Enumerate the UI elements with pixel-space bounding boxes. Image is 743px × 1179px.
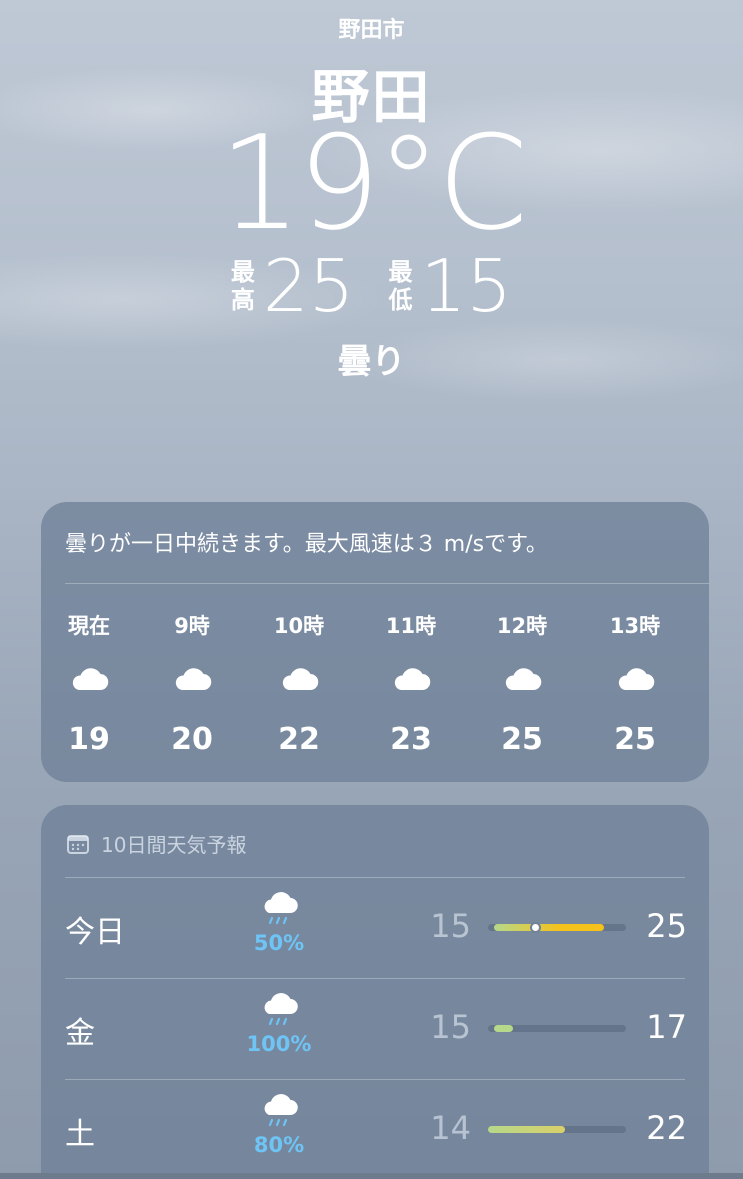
high-temp: 22 <box>646 1109 687 1147</box>
daily-row[interactable]: 今日 50% 15 25 <box>41 877 709 977</box>
hour-temp: 20 <box>171 722 213 757</box>
cloud-icon <box>502 664 542 692</box>
cloud-icon <box>615 664 655 692</box>
daily-header-label: 10日間天気予報 <box>101 833 247 857</box>
hour-time: 11時 <box>385 614 437 638</box>
label-char: 最 <box>230 258 255 286</box>
row-divider <box>65 1079 685 1080</box>
low-temp: 15 <box>430 907 471 945</box>
hourly-forecast-card[interactable]: 曇りが一日中続きます。最大風速は３ m/sです。 現在 19 9時 20 10時 22 11… <box>41 502 709 782</box>
temp-range-fill <box>493 924 604 931</box>
hourly-summary: 曇りが一日中続きます。最大風速は３ m/sです。 <box>65 532 548 557</box>
day-label: 金 <box>65 1016 95 1051</box>
current-temp-marker <box>529 922 541 933</box>
row-divider <box>65 877 685 878</box>
temp-range-bar <box>488 922 626 933</box>
rain-cloud-icon <box>259 889 299 929</box>
low-value: 15 <box>420 244 513 328</box>
daily-header: 10日間天気予報 <box>67 829 246 858</box>
low-temp: 14 <box>430 1109 471 1147</box>
row-divider <box>65 978 685 979</box>
current-temperature: 19°C <box>218 107 528 259</box>
hour-time: 10時 <box>273 614 325 638</box>
hour-temp: 19 <box>68 722 110 757</box>
current-condition: 曇り <box>337 342 406 382</box>
cloud-icon <box>391 664 431 692</box>
cloud-icon <box>172 664 212 692</box>
city-sub-label: 野田市 <box>338 18 405 43</box>
hour-temp: 22 <box>278 722 320 757</box>
hour-time: 現在 <box>68 614 110 638</box>
cloud-icon <box>279 664 319 692</box>
low-label: 最低 <box>389 258 413 314</box>
daily-row[interactable]: 金 100% 15 17 <box>41 978 709 1078</box>
precip-chance: 100% <box>246 1032 312 1056</box>
high-group: 最高 25 <box>231 250 355 322</box>
temp-range-bar <box>488 1025 626 1032</box>
temp-range-bar <box>488 1126 626 1133</box>
hour-time: 13時 <box>609 614 661 638</box>
label-char: 高 <box>230 286 255 314</box>
daily-forecast-card[interactable]: 10日間天気予報 今日 50% 15 25 金 100% 15 17 土 80% 14 22 <box>41 805 709 1179</box>
label-char: 最 <box>388 258 413 286</box>
hour-temp: 25 <box>614 722 656 757</box>
rain-cloud-icon <box>259 1091 299 1131</box>
high-temp: 25 <box>646 907 687 945</box>
hour-time: 12時 <box>496 614 548 638</box>
cloud-icon <box>69 664 109 692</box>
low-group: 最低 15 <box>389 250 513 322</box>
precip-chance: 50% <box>253 931 305 955</box>
day-label: 土 <box>65 1117 95 1152</box>
day-label: 今日 <box>65 915 125 950</box>
low-temp: 15 <box>430 1008 471 1046</box>
hour-temp: 25 <box>501 722 543 757</box>
temp-range-fill <box>493 1025 513 1032</box>
high-temp: 17 <box>646 1008 687 1046</box>
high-low: 最高 25 最低 15 <box>0 250 743 322</box>
label-char: 低 <box>388 286 413 314</box>
temp-range-fill <box>488 1126 566 1133</box>
high-label: 最高 <box>231 258 255 314</box>
calendar-icon <box>67 834 89 854</box>
divider <box>65 583 709 584</box>
hour-time: 9時 <box>174 614 210 638</box>
hour-temp: 23 <box>390 722 432 757</box>
bottom-toolbar-edge <box>0 1173 743 1179</box>
precip-chance: 80% <box>253 1133 305 1157</box>
daily-row[interactable]: 土 80% 14 22 <box>41 1079 709 1179</box>
high-value: 25 <box>262 244 355 328</box>
rain-cloud-icon <box>259 990 299 1030</box>
